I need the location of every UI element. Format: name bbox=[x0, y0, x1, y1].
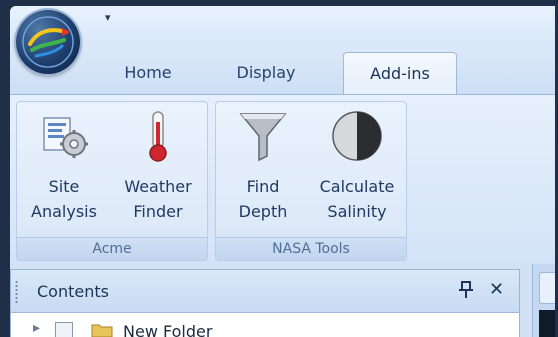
find-depth-label-line1: Find bbox=[246, 177, 280, 196]
weather-finder-button[interactable]: Weather Finder bbox=[113, 106, 203, 232]
site-analysis-label-line2: Analysis bbox=[31, 202, 97, 221]
site-analysis-label-line1: Site bbox=[48, 177, 80, 196]
contents-pane-header[interactable]: Contents ✕ bbox=[11, 270, 519, 313]
site-analysis-button[interactable]: Site Analysis bbox=[19, 106, 109, 232]
calculate-salinity-button[interactable]: Calculate Salinity bbox=[312, 106, 402, 232]
application-menu-button[interactable] bbox=[16, 10, 80, 74]
contents-pane: Contents ✕ ▸ New Folder bbox=[10, 269, 520, 337]
ribbon-group-label-nasa-tools: NASA Tools bbox=[216, 237, 406, 260]
pane-grip-handle[interactable] bbox=[15, 280, 18, 304]
tab-home[interactable]: Home bbox=[106, 52, 190, 92]
application-window: ▾ Home Display Add-ins Site Analysis Wea… bbox=[10, 6, 555, 337]
tree-item[interactable]: ▸ New Folder bbox=[11, 320, 519, 337]
weather-finder-label-line1: Weather bbox=[124, 177, 192, 196]
ribbon-group-label-acme: Acme bbox=[17, 237, 207, 260]
site-analysis-icon bbox=[43, 117, 88, 158]
funnel-icon bbox=[239, 113, 287, 162]
tab-add-ins[interactable]: Add-ins bbox=[343, 52, 457, 95]
expand-arrow-icon[interactable]: ▸ bbox=[33, 320, 40, 336]
docked-panel-edge bbox=[532, 264, 555, 337]
ribbon-tab-bar: Home Display Add-ins bbox=[10, 48, 555, 95]
quick-access-toolbar: ▾ bbox=[10, 6, 555, 48]
quick-access-customize-button[interactable]: ▾ bbox=[105, 12, 111, 23]
docked-panel-tab[interactable] bbox=[539, 272, 555, 304]
app-logo-icon bbox=[22, 16, 74, 68]
calculate-salinity-label-line2: Salinity bbox=[327, 202, 387, 221]
ribbon-group-acme: Site Analysis Weather Finder Acme bbox=[16, 101, 208, 261]
tab-display[interactable]: Display bbox=[218, 52, 314, 92]
thermometer-icon bbox=[149, 111, 167, 162]
tree-item-label: New Folder bbox=[123, 322, 213, 337]
pin-icon[interactable] bbox=[457, 280, 475, 300]
layer-visibility-checkbox[interactable] bbox=[55, 322, 73, 337]
docked-panel-content bbox=[539, 310, 555, 337]
ribbon-group-nasa-tools: Find Depth Calculate Salinity NASA Tools bbox=[215, 101, 407, 261]
find-depth-label-line2: Depth bbox=[238, 202, 288, 221]
close-icon[interactable]: ✕ bbox=[489, 280, 504, 300]
ribbon-panel: Site Analysis Weather Finder Acme Find D… bbox=[10, 94, 555, 265]
folder-icon bbox=[91, 324, 113, 337]
weather-finder-label-line2: Finder bbox=[133, 202, 183, 221]
half-circle-icon bbox=[332, 111, 382, 161]
contents-pane-title: Contents bbox=[37, 282, 109, 301]
dock-area: Contents ✕ ▸ New Folder bbox=[10, 264, 555, 337]
calculate-salinity-label-line1: Calculate bbox=[319, 177, 395, 196]
find-depth-button[interactable]: Find Depth bbox=[218, 106, 308, 232]
